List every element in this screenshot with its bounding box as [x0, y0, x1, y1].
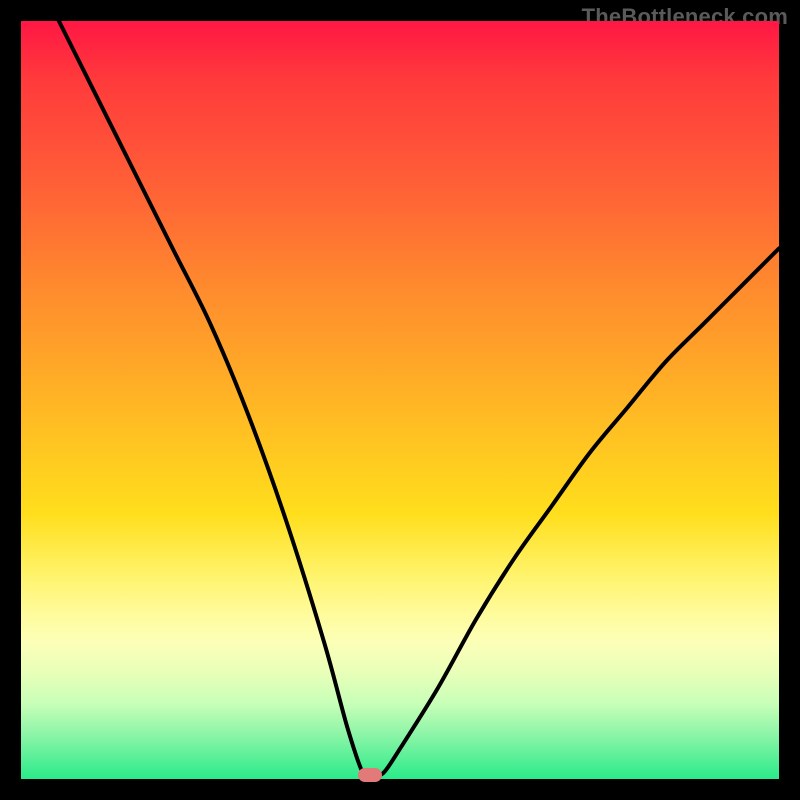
chart-frame: TheBottleneck.com [0, 0, 800, 800]
curve-svg [21, 21, 779, 779]
plot-area [21, 21, 779, 779]
bottleneck-curve [59, 21, 779, 776]
minimum-marker [358, 768, 382, 782]
